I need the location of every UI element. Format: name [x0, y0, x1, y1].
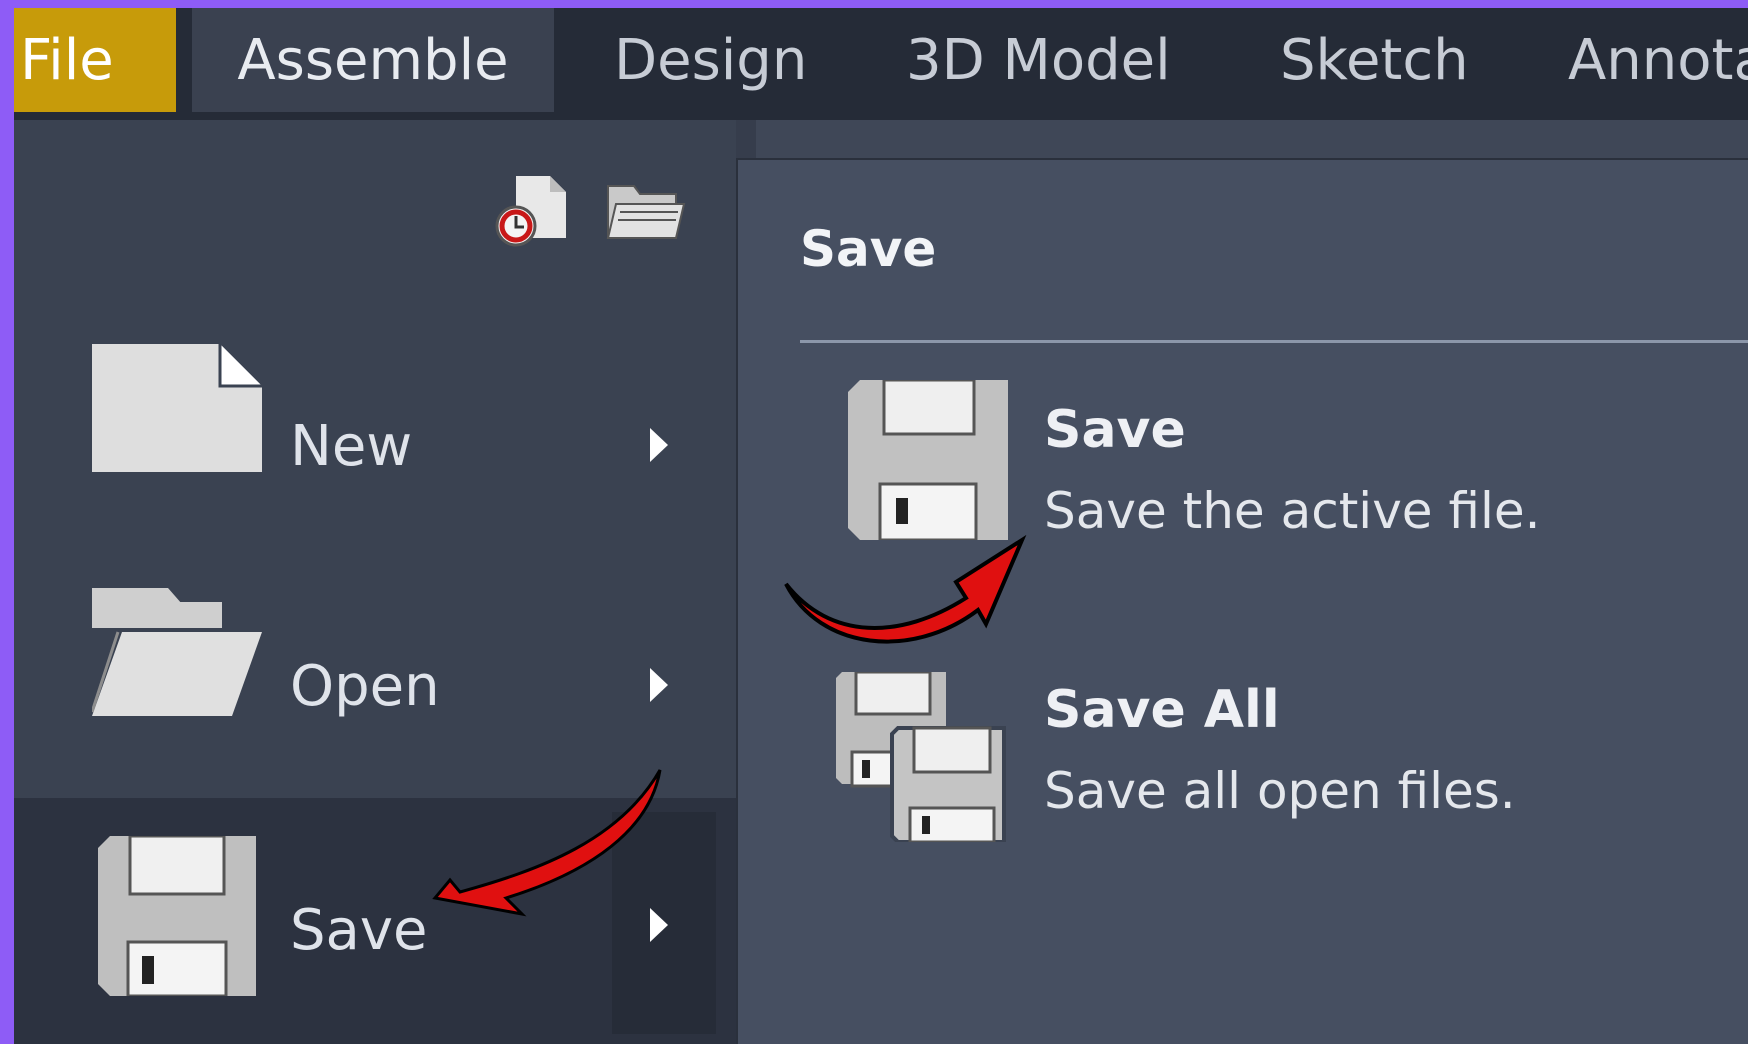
divider — [800, 340, 1748, 343]
multiple-floppy-disks-icon — [836, 672, 1006, 842]
menu-item-open[interactable]: Open — [14, 588, 736, 768]
submenu-item-save[interactable]: Save Save the active file. — [738, 380, 1738, 610]
submenu-item-title: Save All — [1044, 680, 1280, 740]
chevron-right-icon[interactable] — [650, 428, 668, 462]
submenu-item-description: Save the active file. — [1044, 482, 1541, 540]
menu-item-label: Save — [290, 898, 428, 963]
tab-file[interactable]: File — [14, 8, 176, 112]
ribbon-tab-bar: File Assemble Design 3D Model Sketch Ann… — [14, 8, 1748, 120]
recent-documents-icon[interactable] — [494, 172, 572, 254]
floppy-disk-icon — [848, 380, 1008, 540]
tab-3d-model[interactable]: 3D Model — [906, 8, 1171, 112]
tab-assemble[interactable]: Assemble — [192, 8, 554, 112]
submenu-title: Save — [800, 220, 937, 278]
tab-design[interactable]: Design — [614, 8, 807, 112]
menu-item-save[interactable]: Save — [14, 798, 736, 1044]
tab-annotate[interactable]: Annota — [1568, 8, 1748, 112]
menu-item-label: New — [290, 414, 413, 479]
folder-icon — [92, 588, 262, 716]
menu-item-new[interactable]: New — [14, 344, 736, 528]
submenu-expander[interactable] — [612, 812, 716, 1034]
chevron-right-icon — [650, 908, 668, 942]
submenu-item-description: Save all open files. — [1044, 762, 1516, 820]
save-submenu-panel: Save Save Save the active file. Save All… — [736, 158, 1748, 1044]
submenu-item-save-all[interactable]: Save All Save all open files. — [738, 672, 1738, 890]
app-window: File Assemble Design 3D Model Sketch Ann… — [14, 8, 1748, 1044]
new-document-icon — [92, 344, 262, 472]
menu-item-label: Open — [290, 654, 440, 719]
submenu-header-strip — [756, 120, 1748, 160]
floppy-disk-icon — [98, 836, 256, 996]
tab-sketch[interactable]: Sketch — [1280, 8, 1469, 112]
open-folder-icon[interactable] — [606, 180, 686, 246]
submenu-item-title: Save — [1044, 400, 1186, 460]
chevron-right-icon[interactable] — [650, 668, 668, 702]
